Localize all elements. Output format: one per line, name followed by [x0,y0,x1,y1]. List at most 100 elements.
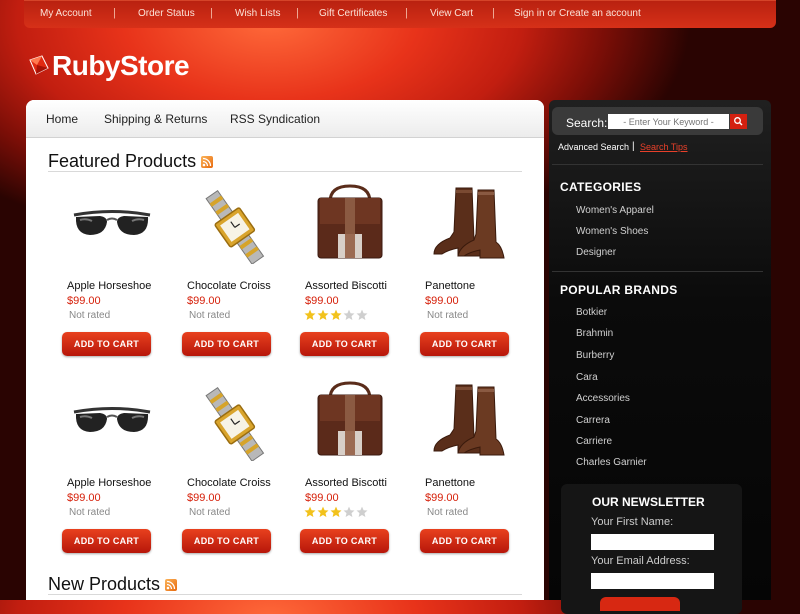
topnav-separator: | [405,7,408,19]
category-designer[interactable]: Designer [576,247,616,258]
newsletter-title: OUR NEWSLETTER [592,495,705,509]
new-products-heading: New Products [48,574,178,595]
boots-icon[interactable] [420,184,520,264]
menu-home[interactable]: Home [46,112,78,126]
sunglasses-icon[interactable] [62,381,162,461]
logo-text: RubyStore [52,50,190,81]
add-to-cart-button[interactable]: ADD TO CART [420,332,509,356]
product-name[interactable]: Chocolate Croiss [187,280,271,292]
topnav-wish-lists[interactable]: Wish Lists [235,8,281,19]
brand-carrera[interactable]: Carrera [576,415,610,426]
star-filled-icon [304,308,316,320]
product-card: Assorted Biscotti $99.00 ADD TO CART [300,184,410,364]
brand-brahmin[interactable]: Brahmin [576,328,613,339]
product-name[interactable]: Apple Horseshoe [67,477,151,489]
product-rating [304,505,369,517]
add-to-cart-button[interactable]: ADD TO CART [62,529,151,553]
product-card: Apple Horseshoe $99.00 Not rated ADD TO CAR… [62,184,172,364]
watch-icon[interactable] [182,184,282,265]
brand-botkier[interactable]: Botkier [576,307,607,318]
categories-heading: CATEGORIES [560,180,642,194]
search-box: Search: [552,107,763,135]
product-rating-text: Not rated [189,310,231,321]
product-name[interactable]: Apple Horseshoe [67,280,151,292]
topnav-sign-in[interactable]: Sign in or Create an account [514,8,641,19]
sidebar: Search: Advanced Search | Search Tips CA… [549,100,771,614]
brand-carriere[interactable]: Carriere [576,436,612,447]
newsletter-box: OUR NEWSLETTER Your First Name: Your Ema… [561,484,742,614]
search-tips-link[interactable]: Search Tips [640,142,688,152]
search-links-separator: | [632,141,635,152]
sidebar-divider [552,271,763,272]
product-price: $99.00 [187,295,221,307]
menu-shipping-returns[interactable]: Shipping & Returns [104,112,207,126]
section-divider [48,171,522,172]
featured-products-title: Featured Products [48,151,197,171]
watch-icon[interactable] [182,381,282,462]
star-filled-icon [317,308,329,320]
add-to-cart-button[interactable]: ADD TO CART [62,332,151,356]
new-products-title: New Products [48,574,161,594]
product-name[interactable]: Assorted Biscotti [305,280,387,292]
topnav-gift-certificates[interactable]: Gift Certificates [319,8,387,19]
star-filled-icon [317,505,329,517]
brand-burberry[interactable]: Burberry [576,350,614,361]
boots-icon[interactable] [420,381,520,461]
add-to-cart-button[interactable]: ADD TO CART [300,529,389,553]
product-name[interactable]: Panettone [425,280,475,292]
product-rating-text: Not rated [427,507,469,518]
sunglasses-icon[interactable] [62,184,162,264]
product-name[interactable]: Chocolate Croiss [187,477,271,489]
brand-cara[interactable]: Cara [576,372,598,383]
product-price: $99.00 [425,492,459,504]
add-to-cart-button[interactable]: ADD TO CART [420,529,509,553]
product-card: Panettone $99.00 Not rated ADD TO CART [420,381,530,561]
star-empty-icon [343,308,355,320]
product-price: $99.00 [67,492,101,504]
search-input[interactable] [608,114,729,129]
email-label: Your Email Address: [591,555,690,567]
topnav-order-status[interactable]: Order Status [138,8,195,19]
topnav-separator: | [113,7,116,19]
topnav-separator: | [210,7,213,19]
brand-charles-garnier[interactable]: Charles Garnier [576,457,647,468]
topnav-view-cart[interactable]: View Cart [430,8,473,19]
featured-products-heading: Featured Products [48,151,214,172]
menu-rss-syndication[interactable]: RSS Syndication [230,112,320,126]
product-price: $99.00 [305,295,339,307]
product-card: Panettone $99.00 Not rated ADD TO CART [420,184,530,364]
product-price: $99.00 [305,492,339,504]
topnav-separator: | [492,7,495,19]
bag-icon[interactable] [300,381,400,461]
newsletter-submit-button[interactable] [600,597,680,611]
main-content: Home Shipping & Returns RSS Syndication … [26,100,544,600]
product-price: $99.00 [187,492,221,504]
product-card: Chocolate Croiss $99.00 Not rated ADD TO CA… [182,184,292,364]
add-to-cart-button[interactable]: ADD TO CART [182,529,271,553]
star-empty-icon [356,308,368,320]
add-to-cart-button[interactable]: ADD TO CART [182,332,271,356]
first-name-input[interactable] [591,534,714,550]
advanced-search-link[interactable]: Advanced Search [558,142,629,152]
rss-icon[interactable] [201,156,214,168]
product-card: Apple Horseshoe $99.00 Not rated ADD TO CAR… [62,381,172,561]
brand-accessories[interactable]: Accessories [576,393,630,404]
product-rating-text: Not rated [189,507,231,518]
product-price: $99.00 [425,295,459,307]
email-input[interactable] [591,573,714,589]
product-rating-text: Not rated [69,310,111,321]
bag-icon[interactable] [300,184,400,264]
product-name[interactable]: Assorted Biscotti [305,477,387,489]
star-filled-icon [330,505,342,517]
topnav-my-account[interactable]: My Account [40,8,92,19]
first-name-label: Your First Name: [591,516,674,528]
search-label: Search: [566,116,608,130]
add-to-cart-button[interactable]: ADD TO CART [300,332,389,356]
section-divider [48,594,522,595]
search-button[interactable] [730,114,747,129]
star-filled-icon [304,505,316,517]
rss-icon[interactable] [165,579,178,591]
product-name[interactable]: Panettone [425,477,475,489]
category-womens-apparel[interactable]: Women's Apparel [576,205,654,216]
category-womens-shoes[interactable]: Women's Shoes [576,226,648,237]
